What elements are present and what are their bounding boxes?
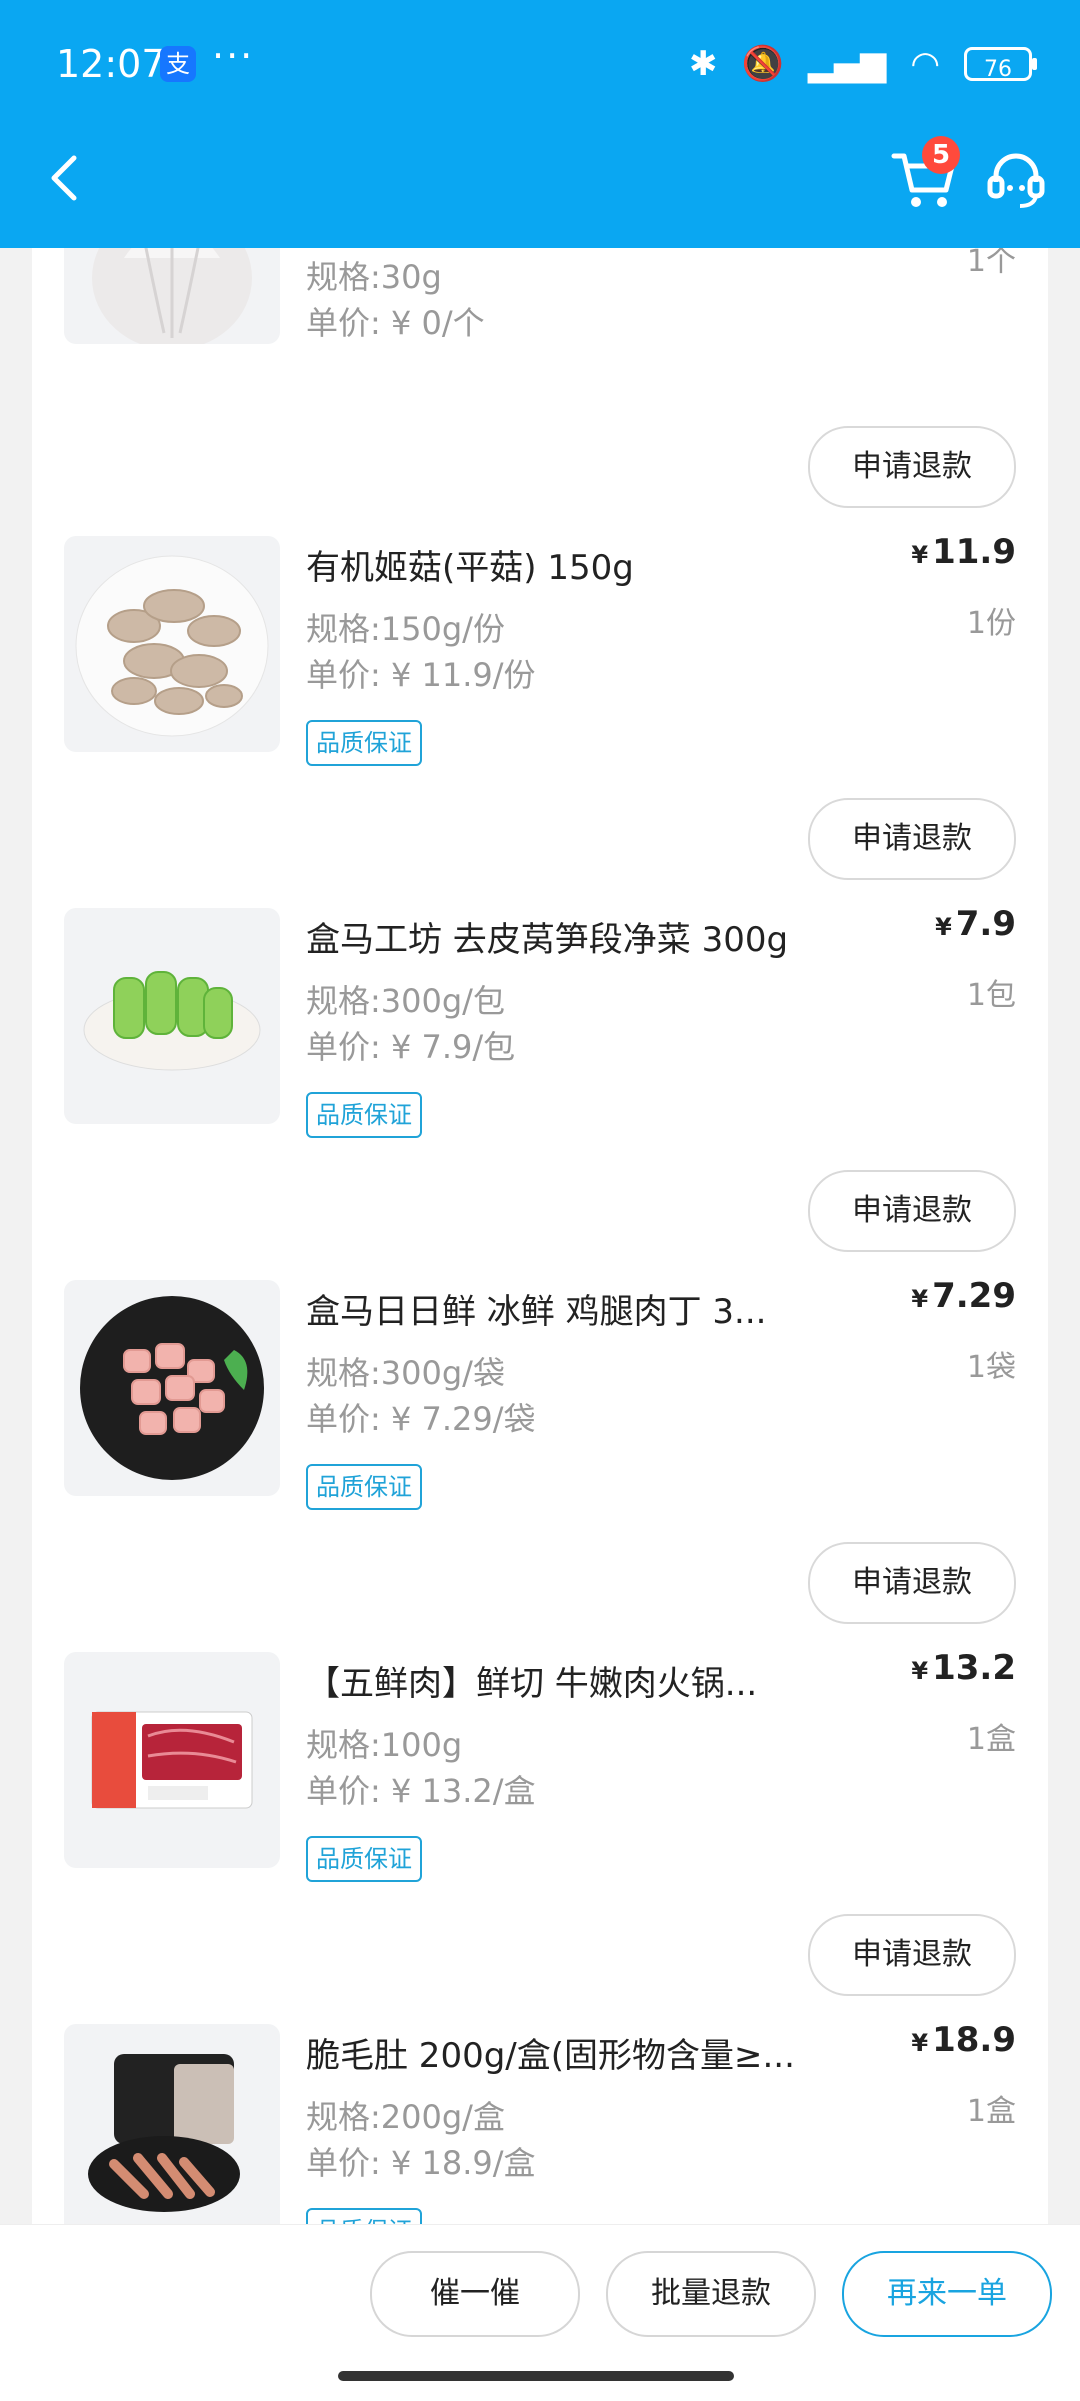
item-spec: 规格:300g/包 (306, 982, 505, 1020)
list-item[interactable]: 盒马工坊 去皮莴笋段净菜 300g ¥7.9 规格:300g/包 单价: ¥ 7… (32, 904, 1048, 1208)
bluetooth-icon: ✱ (689, 44, 718, 84)
batch-refund-button[interactable]: 批量退款 (606, 2251, 816, 2337)
product-image-garlic (64, 248, 280, 344)
item-unit-price: 单价: ¥ 11.9/份 (306, 656, 536, 694)
refund-button[interactable]: 申请退款 (808, 1170, 1016, 1252)
cart-badge: 5 (922, 136, 960, 174)
battery-icon: 76 (964, 47, 1037, 82)
item-price: ¥7.9 (935, 904, 1016, 944)
item-price-value: 13.2 (932, 1648, 1016, 1688)
battery-level: 76 (984, 57, 1012, 82)
status-time: 12:07 (56, 42, 166, 86)
item-unit-price: 单价: ¥ 7.29/袋 (306, 1400, 536, 1438)
alipay-icon: 支 (160, 46, 196, 82)
signal-icon: ▂▄▆ (807, 44, 887, 84)
currency-symbol: ¥ (935, 913, 952, 941)
item-qty: 1盒 (966, 2094, 1016, 2129)
item-qty: 1个 (966, 248, 1016, 279)
back-arrow-icon[interactable] (36, 148, 96, 208)
item-price-value: 11.9 (932, 532, 1016, 572)
quality-guarantee-tag: 品质保证 (306, 1092, 422, 1138)
item-price: ¥18.9 (911, 2020, 1016, 2060)
item-spec: 规格:100g (306, 1726, 463, 1764)
item-spec: 规格:150g/份 (306, 610, 505, 648)
reorder-button[interactable]: 再来一单 (842, 2251, 1052, 2337)
item-price-value: 18.9 (932, 2020, 1016, 2060)
product-image-lettuce-stem (64, 908, 280, 1124)
product-image-chicken (64, 1280, 280, 1496)
item-title: 脆毛肚 200g/盒(固形物含量≥... (306, 2036, 795, 2076)
item-qty: 1包 (966, 978, 1016, 1013)
item-qty: 1盒 (966, 1722, 1016, 1757)
refund-button[interactable]: 申请退款 (808, 1914, 1016, 1996)
mute-icon: 🔕 (741, 44, 784, 84)
wifi-icon: ◠ (910, 44, 940, 84)
refund-button[interactable]: 申请退款 (808, 426, 1016, 508)
quality-guarantee-tag: 品质保证 (306, 1464, 422, 1510)
customer-service-icon[interactable] (984, 148, 1048, 212)
item-spec: 规格:200g/盒 (306, 2098, 505, 2136)
product-image-mushroom (64, 536, 280, 752)
item-spec: 规格:300g/袋 (306, 1354, 505, 1392)
item-title: 有机姬菇(平菇) 150g (306, 548, 634, 588)
list-item[interactable]: 盒马日日鲜 冰鲜 鸡腿肉丁 3... ¥7.29 规格:300g/袋 单价: ¥… (32, 1276, 1048, 1580)
status-bar: 12:07 支 ··· ✱ 🔕 ▂▄▆ ◠ 76 (0, 0, 1080, 130)
list-item[interactable]: 脆毛肚 200g/盒(固形物含量≥... ¥18.9 规格:200g/盒 单价:… (32, 2020, 1048, 2228)
list-item[interactable]: 【五鲜肉】鲜切 牛嫩肉火锅... ¥13.2 规格:100g 单价: ¥ 13.… (32, 1648, 1048, 1952)
list-item[interactable]: 规格:30g 单价: ¥ 0/个 1个 (32, 248, 1048, 428)
item-price: ¥7.29 (911, 1276, 1016, 1316)
product-image-beef (64, 1652, 280, 1868)
item-title: 盒马日日鲜 冰鲜 鸡腿肉丁 3... (306, 1292, 767, 1332)
item-qty: 1袋 (966, 1350, 1016, 1385)
item-qty: 1份 (966, 606, 1016, 641)
item-spec: 规格:30g (306, 258, 442, 296)
quality-guarantee-tag: 品质保证 (306, 720, 422, 766)
order-items-card: 规格:30g 单价: ¥ 0/个 1个 申请退款 有机姬菇(平菇) 150g ¥… (32, 248, 1048, 2228)
home-indicator[interactable] (338, 2371, 734, 2381)
item-title: 【五鲜肉】鲜切 牛嫩肉火锅... (306, 1664, 758, 1704)
quality-guarantee-tag: 品质保证 (306, 1836, 422, 1882)
currency-symbol: ¥ (911, 541, 929, 569)
item-price-value: 7.29 (932, 1276, 1016, 1316)
item-unit-price: 单价: ¥ 7.9/包 (306, 1028, 516, 1066)
item-price-value: 7.9 (955, 904, 1016, 944)
top-bar: 12:07 支 ··· ✱ 🔕 ▂▄▆ ◠ 76 5 (0, 0, 1080, 248)
item-price: ¥13.2 (911, 1648, 1016, 1688)
more-notifications-icon: ··· (212, 34, 255, 78)
bottom-action-bar: 催一催 批量退款 再来一单 (0, 2224, 1080, 2401)
item-title: 盒马工坊 去皮莴笋段净菜 300g (306, 920, 789, 960)
item-unit-price: 单价: ¥ 18.9/盒 (306, 2144, 536, 2182)
product-image-tripe (64, 2024, 280, 2228)
currency-symbol: ¥ (911, 2029, 929, 2057)
refund-button[interactable]: 申请退款 (808, 1542, 1016, 1624)
currency-symbol: ¥ (911, 1285, 929, 1313)
refund-button[interactable]: 申请退款 (808, 798, 1016, 880)
list-item[interactable]: 有机姬菇(平菇) 150g ¥11.9 规格:150g/份 单价: ¥ 11.9… (32, 532, 1048, 836)
urge-button[interactable]: 催一催 (370, 2251, 580, 2337)
currency-symbol: ¥ (911, 1657, 929, 1685)
status-icons: ✱ 🔕 ▂▄▆ ◠ 76 (689, 44, 1037, 84)
item-price: ¥11.9 (911, 532, 1016, 572)
item-unit-price: 单价: ¥ 0/个 (306, 304, 485, 342)
item-unit-price: 单价: ¥ 13.2/盒 (306, 1772, 536, 1810)
